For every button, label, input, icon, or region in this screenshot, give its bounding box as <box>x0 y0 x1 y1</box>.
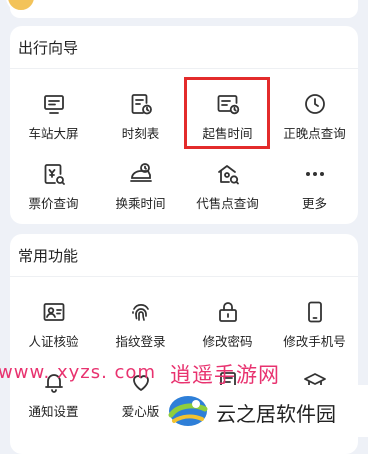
delay-query-label: 正晚点查询 <box>283 126 346 141</box>
station-screen-label: 车站大屏 <box>28 126 79 141</box>
transfer-time-button[interactable]: 换乘时间 <box>97 162 184 212</box>
transfer-icon <box>129 163 152 182</box>
avatar[interactable] <box>6 0 36 12</box>
corner-logo: 云之居软件园 <box>162 385 368 437</box>
change-phone-button[interactable]: 修改手机号 <box>271 300 358 350</box>
agency-query-button[interactable]: 代售点查询 <box>184 162 271 212</box>
agency-query-label: 代售点查询 <box>196 196 259 211</box>
more-button[interactable]: 更多 <box>271 162 358 212</box>
top-card <box>6 0 358 18</box>
section-title-travel-guide: 出行向导 <box>18 39 79 57</box>
id-card-icon <box>43 303 64 321</box>
lock-icon <box>218 302 237 322</box>
divider <box>10 68 358 69</box>
divider <box>10 276 358 277</box>
fingerprint-login-label: 指纹登录 <box>115 334 166 349</box>
delay-query-button[interactable]: 正晚点查询 <box>271 92 358 142</box>
more-icon <box>305 172 324 176</box>
station-screen-icon <box>43 95 64 114</box>
fare-query-label: 票价查询 <box>28 196 79 211</box>
section-title-common-functions: 常用功能 <box>18 247 79 265</box>
timetable-button[interactable]: 时刻表 <box>97 92 184 142</box>
fare-icon <box>44 164 65 185</box>
fingerprint-login-button[interactable]: 指纹登录 <box>97 300 184 350</box>
change-phone-label: 修改手机号 <box>283 334 346 349</box>
fare-query-button[interactable]: 票价查询 <box>10 162 97 212</box>
id-verify-button[interactable]: 人证核验 <box>10 300 97 350</box>
clock-icon <box>304 94 325 114</box>
id-verify-label: 人证核验 <box>28 334 79 349</box>
station-screen-button[interactable]: 车站大屏 <box>10 92 97 142</box>
corner-logo-text: 云之居软件园 <box>216 402 336 426</box>
fingerprint-icon <box>131 304 149 321</box>
watermark-url: www. xyzs. com <box>0 362 156 383</box>
transfer-time-label: 换乘时间 <box>115 196 166 211</box>
timetable-icon <box>131 94 152 115</box>
change-password-label: 修改密码 <box>202 334 253 349</box>
phone-icon <box>307 301 322 323</box>
cloud-logo-icon <box>168 396 208 426</box>
notification-settings-label: 通知设置 <box>28 404 79 419</box>
timetable-label: 时刻表 <box>121 126 160 141</box>
highlight-box <box>184 77 270 149</box>
more-label: 更多 <box>301 196 327 211</box>
change-password-button[interactable]: 修改密码 <box>184 300 271 350</box>
agency-icon <box>217 165 239 185</box>
